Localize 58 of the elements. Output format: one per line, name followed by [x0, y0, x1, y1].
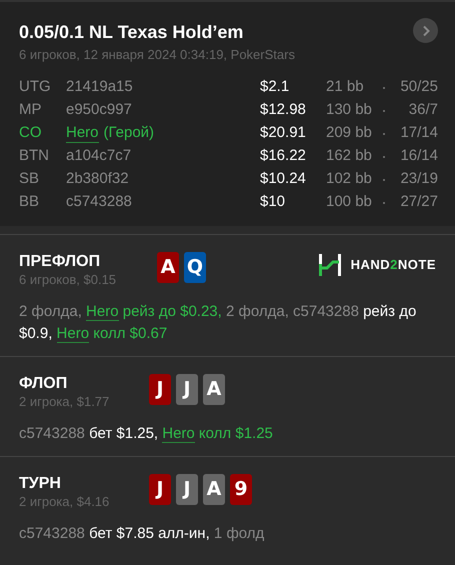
action-text: c5743288 бет $1.25, Hero колл $1.25 [19, 424, 274, 445]
playing-card: J [176, 474, 198, 505]
hero-note: (Герой) [104, 123, 154, 144]
stack-amount: $2.1 [260, 78, 290, 96]
chevron-right-icon [420, 24, 430, 36]
player-link[interactable]: Hero [162, 425, 195, 443]
playing-card: A [157, 252, 179, 283]
hand-subtitle: 6 игроков, 12 января 2024 0:34:19, PokerStars [19, 46, 295, 64]
playing-card: J [149, 474, 171, 505]
street-title: ТУРН [19, 474, 62, 494]
stack-amount: $12.98 [260, 101, 306, 118]
position-label: BB [19, 192, 40, 212]
stack-amount: $10 [260, 193, 286, 210]
player-name: c5743288 [66, 193, 132, 210]
player-name: e950c997 [66, 101, 132, 118]
big-blinds: 162 bb [326, 147, 372, 164]
action-text: c5743288 бет $7.85 алл-ин, 1 фолд [19, 524, 266, 544]
playing-card: A [203, 374, 225, 405]
playing-card: J [149, 374, 171, 405]
hand-title: 0.05/0.1 NL Texas Hold’em [19, 21, 244, 44]
playing-card: J [176, 374, 198, 405]
big-blinds: 209 bb [326, 124, 372, 142]
player-stats: 23/19 [400, 170, 438, 188]
playing-card: Q [184, 252, 206, 283]
street-subtitle: 2 игрока, $1.77 [19, 394, 110, 410]
player-stats: 16/14 [400, 147, 438, 164]
stack-amount: $10.24 [260, 170, 306, 188]
street-subtitle: 6 игроков, $0.15 [19, 272, 118, 288]
position-label: CO [19, 123, 42, 144]
next-button[interactable] [413, 18, 438, 43]
playing-card: 9 [230, 474, 252, 505]
player-stats: 27/27 [400, 193, 438, 210]
big-blinds: 21 bb [326, 78, 364, 96]
position-label: UTG [19, 77, 52, 98]
street-subtitle: 2 игрока, $4.16 [19, 494, 110, 510]
player-name: a104c7c7 [66, 147, 132, 164]
player-stats: 50/25 [400, 78, 438, 96]
player-stats: 36/7 [408, 101, 438, 118]
player-link[interactable]: Hero [56, 325, 90, 343]
action-text: 2 фолда, Hero рейз до $0.23, 2 фолда, c5743288 рейз до $0.9, Hero колл $0.67 [19, 302, 418, 345]
stack-amount: $20.91 [260, 124, 306, 142]
street-title: ПРЕФЛОП [19, 252, 102, 272]
logo-icon [318, 254, 341, 276]
playing-card: A [203, 474, 225, 505]
logo-text: HAND2NOTE [350, 256, 436, 274]
position-label: MP [19, 100, 42, 120]
position-label: BTN [19, 146, 50, 166]
player-link[interactable]: Hero [86, 303, 119, 321]
big-blinds: 102 bb [326, 170, 372, 188]
big-blinds: 130 bb [326, 101, 372, 118]
big-blinds: 100 bb [326, 193, 372, 210]
player-link[interactable]: Hero [66, 124, 99, 143]
stack-amount: $16.22 [260, 147, 306, 164]
player-name: 21419a15 [66, 78, 133, 96]
street-title: ФЛОП [19, 374, 68, 394]
position-label: SB [19, 169, 40, 190]
player-stats: 17/14 [400, 124, 438, 142]
player-name: 2b380f32 [66, 170, 129, 188]
